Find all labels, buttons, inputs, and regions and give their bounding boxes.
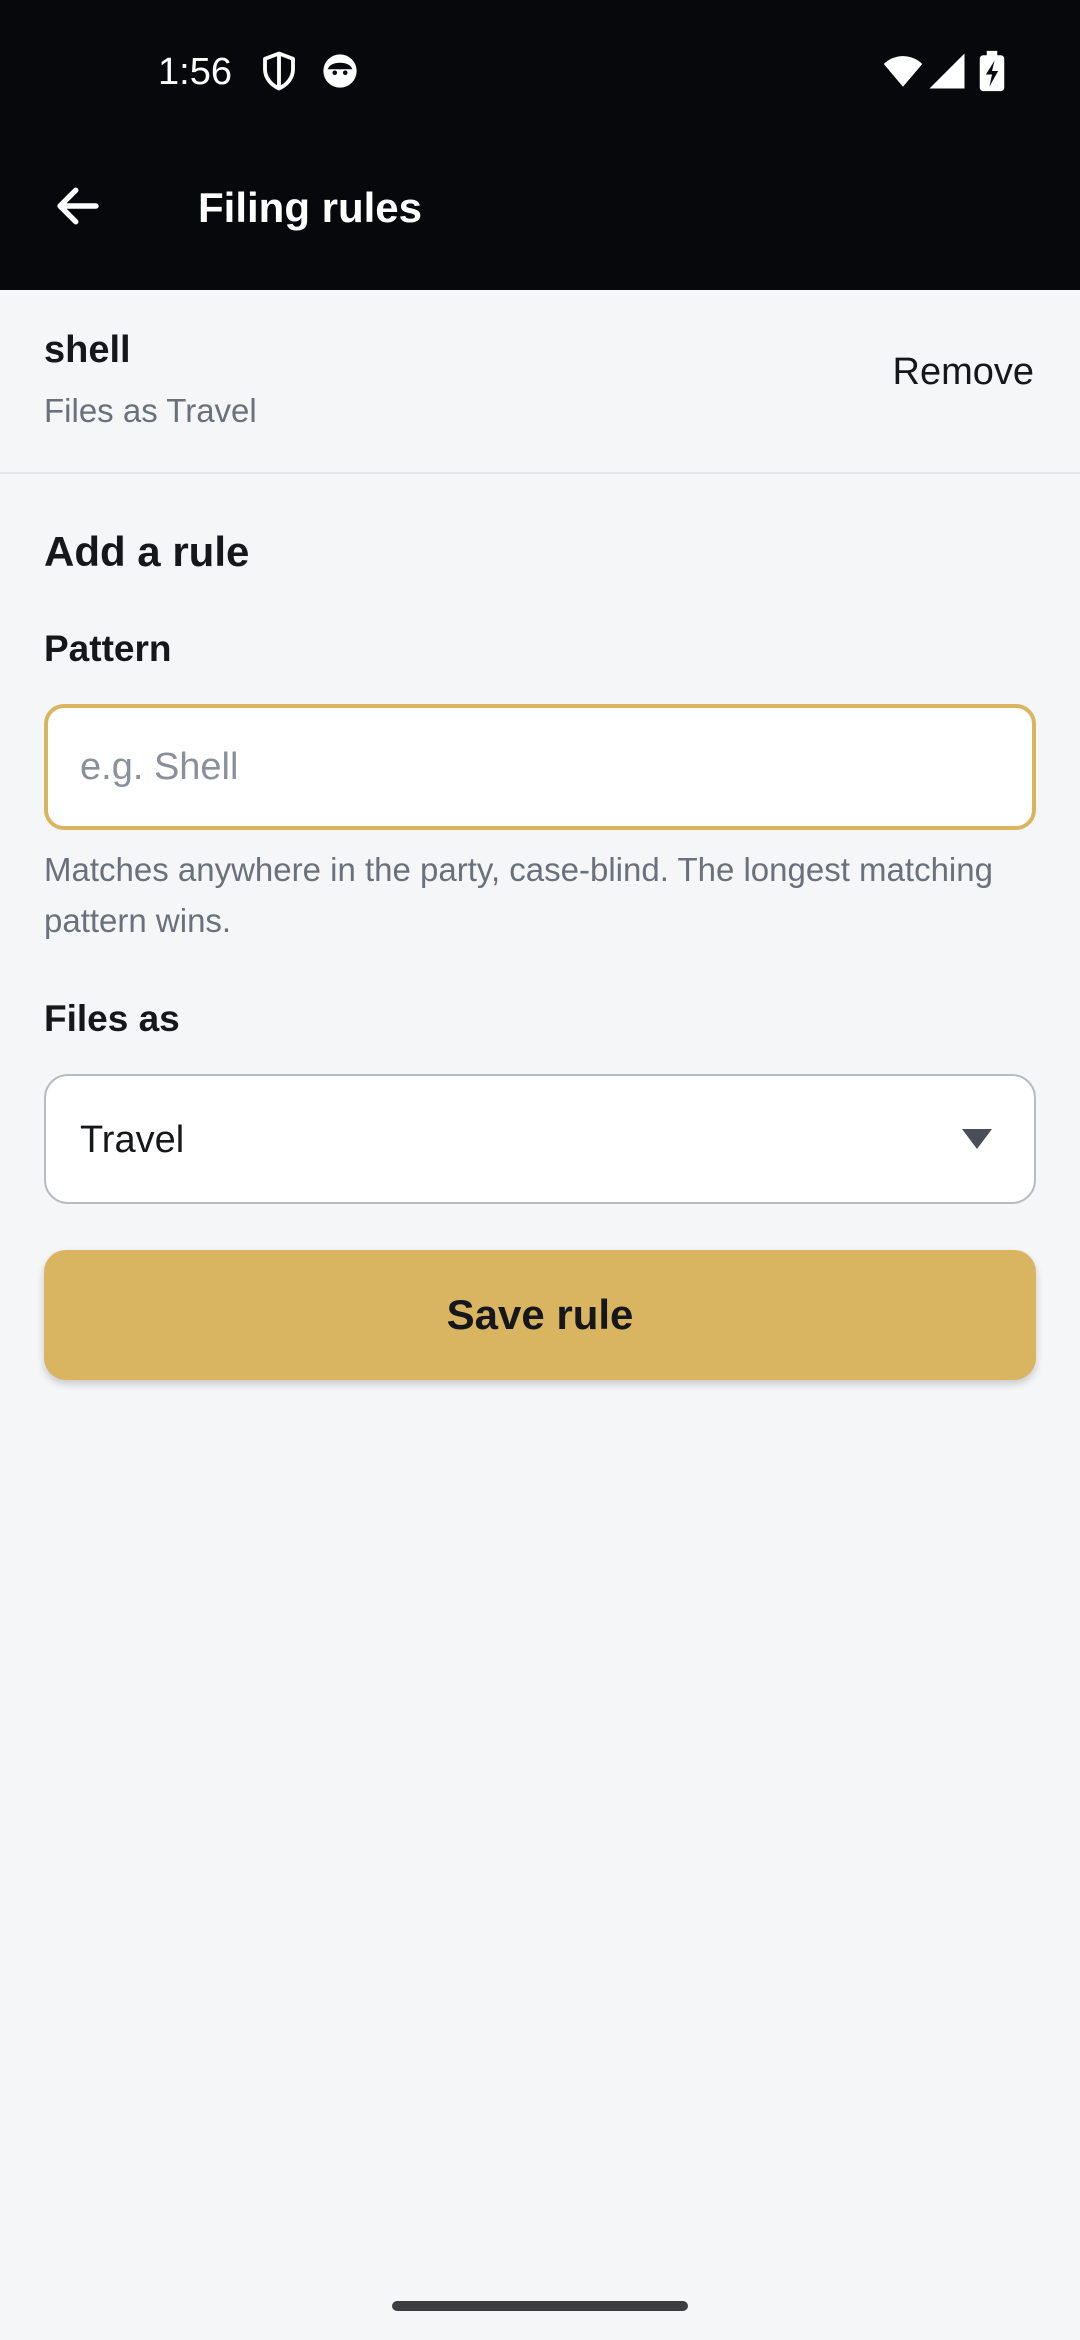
rule-pattern: shell (44, 329, 131, 371)
face-icon (319, 50, 361, 92)
home-indicator[interactable] (392, 2301, 688, 2311)
wifi-icon (880, 50, 926, 92)
rule-files-as: Files as Travel (44, 392, 257, 429)
shield-icon (258, 50, 300, 92)
add-rule-heading: Add a rule (44, 528, 250, 575)
save-rule-button[interactable]: Save rule (44, 1250, 1036, 1380)
pattern-input[interactable] (44, 704, 1036, 830)
files-as-value: Travel (80, 1119, 185, 1161)
status-time: 1:56 (158, 51, 232, 93)
remove-rule-button[interactable]: Remove (893, 348, 1035, 396)
back-button[interactable] (42, 170, 114, 242)
arrow-left-icon (57, 187, 99, 225)
pattern-label: Pattern (44, 628, 172, 669)
rule-list-item: shell Files as Travel Remove (0, 290, 1080, 474)
status-bar: 1:56 (0, 0, 1080, 140)
files-as-select[interactable]: Travel (44, 1074, 1036, 1204)
files-as-label: Files as (44, 998, 180, 1039)
pattern-helper-text: Matches anywhere in the party, case-blin… (44, 851, 993, 939)
signal-icon (926, 50, 968, 92)
chevron-down-icon (960, 1126, 994, 1152)
battery-charging-icon (976, 50, 1008, 92)
save-rule-label: Save rule (446, 1291, 634, 1338)
app-bar: Filing rules (0, 140, 1080, 290)
page-title: Filing rules (198, 184, 423, 231)
